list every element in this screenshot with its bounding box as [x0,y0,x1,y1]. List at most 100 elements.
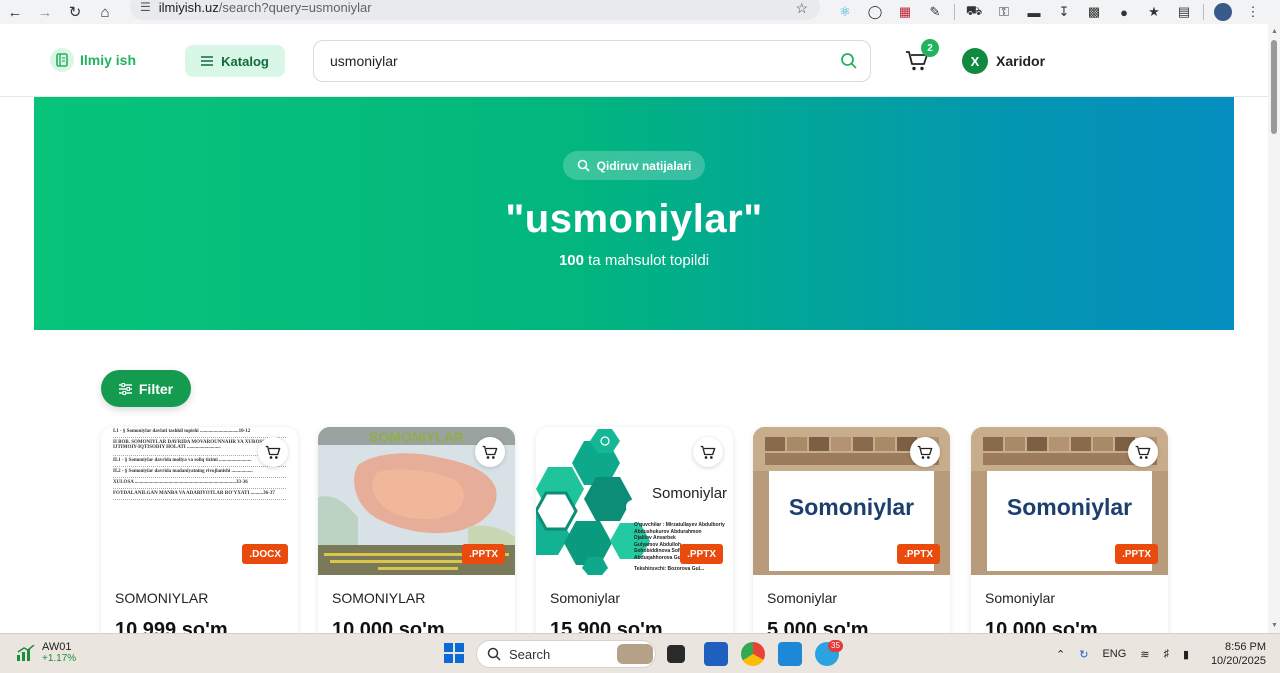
taskbar-search[interactable]: Search [476,640,656,668]
scroll-down-icon[interactable]: ▼ [1271,622,1278,629]
search-icon [487,647,501,661]
product-title[interactable]: Somoniylar [985,590,1055,606]
file-format-badge: .PPTX [1115,544,1158,564]
battery-icon[interactable]: ▮ [1183,648,1189,661]
results-summary: 100 ta mahsulot topildi [559,252,709,269]
puzzle-icon[interactable]: ✎ [920,0,950,24]
scroll-up-icon[interactable]: ▲ [1271,28,1278,35]
credit-line: O'quvchilar : Mirzatullayev Abdulboriy [634,522,725,528]
vscode-icon[interactable] [778,642,802,666]
add-to-cart-button[interactable] [1128,437,1158,467]
cart-icon [700,445,716,459]
stock-widget[interactable]: AW01 +1.17% [16,641,76,664]
file-format-badge: .PPTX [462,544,505,564]
file-format-badge: .DOCX [242,544,288,564]
cart-icon [265,445,281,459]
forward-icon[interactable]: → [30,0,60,24]
url-host: ilmiyish.uz [158,0,219,15]
url-path: /search?query=usmoniylar [218,0,372,15]
stock-change: +1.17% [42,653,77,664]
clock-time: 8:56 PM [1225,641,1266,653]
reading-list-icon[interactable]: ▤ [1169,0,1199,24]
volume-muted-icon[interactable]: ♯ [1164,648,1170,660]
scrollbar-thumb[interactable] [1271,40,1277,134]
product-card[interactable]: Somoniylar O'quvchilar : Mirzatullayev A… [536,427,733,647]
product-title[interactable]: Somoniylar [550,590,620,606]
bookmark-star-icon[interactable]: ☆ [795,0,808,17]
extension-icon[interactable]: ◯ [860,0,890,24]
microsoft-store-icon[interactable] [704,642,728,666]
add-to-cart-button[interactable] [258,437,288,467]
chevron-up-icon[interactable]: ⌃ [1056,648,1065,661]
address-bar[interactable]: ☰ ilmiyish.uz/search?query=usmoniylar ☆ [130,0,820,20]
profile-avatar-image [1214,3,1232,21]
product-title[interactable]: SOMONIYLAR [332,590,425,606]
back-icon[interactable]: ← [0,0,30,24]
chart-up-icon [17,644,35,661]
windows-start-icon[interactable] [444,643,464,668]
location-icon[interactable]: ● [1109,0,1139,24]
doc-line: XULOSA .................................… [113,480,286,489]
page-scrollbar[interactable]: ▲ ▼ [1268,24,1280,633]
filter-button[interactable]: Filter [101,370,191,407]
product-title[interactable]: SOMONIYLAR [115,590,208,606]
results-pill-label: Qidiruv natijalari [596,158,692,173]
toolbar-divider [954,4,955,20]
stock-name: AW01 [42,641,72,653]
thumb-title: Somoniylar [1006,494,1133,520]
car-icon[interactable]: ⛟ [959,0,989,24]
avatar: X [962,48,988,74]
site-logo[interactable]: Ilmiy ish [50,48,136,72]
product-title[interactable]: Somoniylar [767,590,837,606]
profile-avatar[interactable] [1208,0,1238,24]
product-card[interactable]: Somoniylar .PPTX Somoniylar 10 000 so'm [971,427,1168,647]
sliders-icon [118,382,132,395]
menu-dots-icon[interactable]: ⋮ [1238,0,1268,24]
thumb-title: Somoniylar [788,494,915,520]
sync-icon[interactable]: ↻ [1079,648,1088,661]
reload-icon[interactable]: ↻ [60,0,90,24]
qr-code-icon[interactable]: ▩ [1079,0,1109,24]
catalog-label: Katalog [221,53,269,69]
file-format-badge: .PPTX [897,544,940,564]
doc-line: II.2 - § Somoniylar davrida madaniyatnin… [113,469,286,478]
extension-icon[interactable]: ▦ [890,0,920,24]
cart-icon [482,445,498,459]
chrome-icon[interactable] [741,642,765,666]
book-icon [50,48,74,72]
download-icon[interactable]: ↧ [1049,0,1079,24]
react-devtools-icon[interactable]: ⚛ [830,0,860,24]
search-icon [577,159,590,172]
product-card[interactable]: SOMONIYLAR .PPTX SOMONIYLAR 10 000 so'm [318,427,515,647]
search-hero-banner: Qidiruv natijalari "usmoniylar" 100 ta m… [34,97,1234,330]
filter-label: Filter [138,380,174,397]
site-info-icon[interactable]: ☰ [140,0,151,14]
clock-date: 10/20/2025 [1210,655,1266,667]
language-indicator[interactable]: ENG [1102,648,1126,660]
wifi-icon[interactable]: ≋ [1140,648,1149,661]
notification-badge: 35 [828,640,843,652]
menu-icon [201,56,214,66]
cart-icon [1135,445,1151,459]
browser-toolbar: ← → ↻ ⌂ ☰ ilmiyish.uz/search?query=usmon… [0,0,1280,24]
taskbar-search-placeholder: Search [509,646,551,662]
payment-card-icon[interactable]: ▬ [1019,0,1049,24]
home-icon[interactable]: ⌂ [90,0,120,24]
result-text: ta mahsulot topildi [588,252,710,269]
search-icon[interactable] [840,52,858,70]
add-to-cart-button[interactable] [475,437,505,467]
windows-taskbar: AW01 +1.17% Search 35 ⌃ ↻ ENG ≋ ♯ ▮ 8:56… [0,633,1280,673]
user-menu[interactable]: X Xaridor [962,48,1045,74]
search-input[interactable]: usmoniylar [313,40,871,82]
task-view-icon[interactable] [667,645,685,663]
doc-line: FOYDALANILGAN MANBA VA ADABIYOTLAR RO'YX… [113,491,286,500]
add-to-cart-button[interactable] [910,437,940,467]
add-to-cart-button[interactable] [693,437,723,467]
product-card[interactable]: Somoniylar .PPTX Somoniylar 5 000 so'm [753,427,950,647]
bookmarks-icon[interactable]: ★ [1139,0,1169,24]
catalog-button[interactable]: Katalog [185,45,285,77]
password-key-icon[interactable]: ⚿ [989,0,1019,24]
product-card[interactable]: I.1 - § Somoniylar davlati tashkil topis… [101,427,298,647]
toolbar-divider [1203,4,1204,20]
clock[interactable]: 8:56 PM 10/20/2025 [1208,640,1266,668]
